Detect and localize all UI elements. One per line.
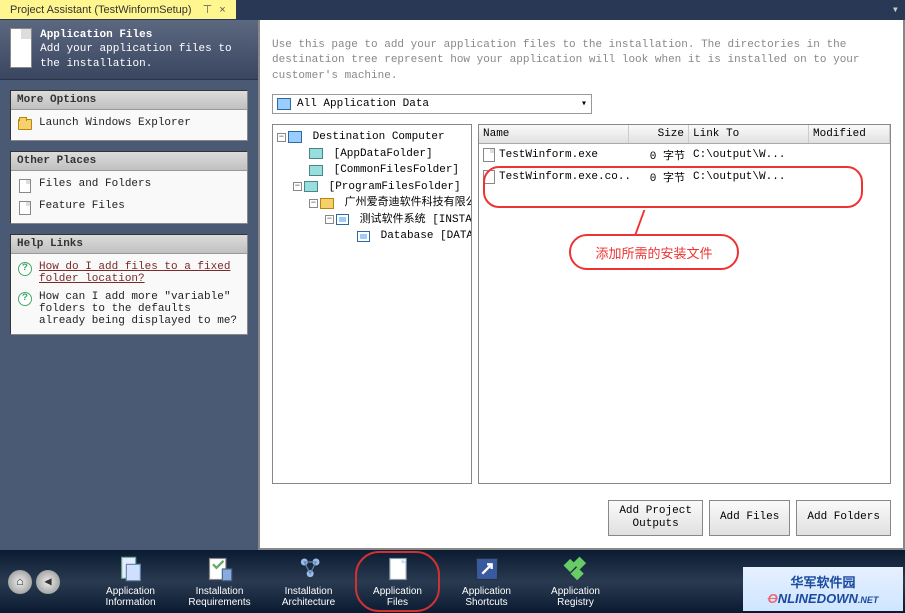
tree-node-root[interactable]: − Destination Computer	[277, 129, 467, 146]
nav-label: Application Files	[373, 586, 422, 608]
col-link[interactable]: Link To	[689, 125, 809, 143]
question-icon: ?	[18, 262, 32, 276]
item-label: Launch Windows Explorer	[39, 117, 191, 129]
folder-icon	[18, 119, 32, 130]
cell-size: 0 字节	[629, 146, 689, 164]
nav-back-button[interactable]: ◀	[36, 570, 60, 594]
help-link-label: How can I add more "variable" folders to…	[39, 291, 241, 327]
tree-label: 测试软件系统 [INSTALLDIR]	[360, 212, 472, 229]
tab-label: Project Assistant (TestWinformSetup)	[10, 4, 192, 16]
tree-node-company[interactable]: − 广州爱奇迪软件科技有限公司	[277, 195, 467, 212]
caret-down-icon: ▾	[581, 98, 587, 110]
help-link-label[interactable]: How do I add files to a fixed folder loc…	[39, 261, 241, 285]
item-label: Files and Folders	[39, 178, 151, 190]
tab-bar: Project Assistant (TestWinformSetup) ⊤ ×…	[0, 0, 905, 20]
panel-more-options: More Options Launch Windows Explorer	[10, 90, 248, 141]
tree-label: [AppDataFolder]	[334, 146, 433, 163]
nav-application-shortcuts[interactable]: Application Shortcuts	[444, 553, 529, 610]
tree-label: [ProgramFilesFolder]	[329, 179, 461, 196]
col-mod[interactable]: Modified	[809, 125, 890, 143]
nav-label: Installation Requirements	[188, 586, 250, 608]
cell-link: C:\output\W...	[689, 170, 809, 184]
tree-node-appdata[interactable]: [AppDataFolder]	[277, 146, 467, 163]
folder-icon	[309, 148, 323, 159]
pin-icon[interactable]: ⊤	[203, 4, 213, 16]
tree-label: [CommonFilesFolder]	[334, 162, 459, 179]
annotation-tail	[635, 210, 646, 234]
panel-title: Help Links	[11, 235, 247, 254]
folder-icon	[320, 198, 334, 209]
component-icon	[357, 231, 370, 242]
item-feature-files[interactable]: Feature Files	[13, 197, 245, 219]
nav-installation-architecture[interactable]: Installation Architecture	[266, 553, 351, 610]
list-row[interactable]: TestWinform.exe.co... 0 字节 C:\output\W..…	[479, 166, 890, 188]
exe-icon	[483, 148, 495, 162]
nav-label: Installation Architecture	[282, 586, 335, 608]
cell-link: C:\output\W...	[689, 148, 809, 162]
nav-label: Application Information	[105, 586, 155, 608]
feature-combo[interactable]: All Application Data ▾	[272, 94, 592, 114]
panel-title: More Options	[11, 91, 247, 110]
nav-label: Application Shortcuts	[462, 586, 511, 608]
nav-application-information[interactable]: Application Information	[88, 553, 173, 610]
watermark: 华军软件园 OONLINEDOWN.NETNLINEDOWN.NET	[743, 567, 903, 611]
sidebar-subtitle: Add your application files to the instal…	[40, 43, 231, 69]
tree-node-database[interactable]: Database [DATABASE]	[277, 228, 467, 245]
list-row[interactable]: TestWinform.exe 0 字节 C:\output\W...	[479, 144, 890, 166]
file-list[interactable]: Name Size Link To Modified TestWinform.e…	[478, 124, 891, 483]
watermark-cn: 华军软件园	[790, 572, 855, 591]
tab-project-assistant[interactable]: Project Assistant (TestWinformSetup) ⊤ ×	[0, 0, 236, 19]
panel-other-places: Other Places Files and Folders Feature F…	[10, 151, 248, 224]
computer-icon	[288, 131, 302, 143]
nav-application-files[interactable]: Application Files	[355, 551, 440, 612]
annotation-callout: 添加所需的安装文件	[569, 234, 739, 270]
wizard-navbar: ⌂ ◀ Application Information Installation…	[0, 550, 905, 613]
component-icon	[336, 214, 349, 225]
col-size[interactable]: Size	[629, 125, 689, 143]
list-header: Name Size Link To Modified	[479, 125, 890, 144]
close-icon[interactable]: ×	[219, 4, 225, 16]
page-icon	[19, 179, 31, 193]
add-folders-button[interactable]: Add Folders	[796, 500, 891, 536]
folder-icon	[309, 165, 323, 176]
page-icon	[10, 28, 32, 68]
tree-node-installdir[interactable]: − 测试软件系统 [INSTALLDIR]	[277, 212, 467, 229]
help-link-fixed-folder[interactable]: ? How do I add files to a fixed folder l…	[13, 258, 245, 288]
window-dropdown-icon[interactable]: ▾	[892, 2, 899, 17]
item-launch-explorer[interactable]: Launch Windows Explorer	[13, 114, 245, 136]
tree-label: 广州爱奇迪软件科技有限公司	[345, 195, 472, 212]
item-files-folders[interactable]: Files and Folders	[13, 175, 245, 197]
col-name[interactable]: Name	[479, 125, 629, 143]
panel-help-links: Help Links ? How do I add files to a fix…	[10, 234, 248, 335]
nav-application-registry[interactable]: Application Registry	[533, 553, 618, 610]
nav-label: Application Registry	[551, 586, 600, 608]
item-label: Feature Files	[39, 200, 125, 212]
tree-label: Destination Computer	[313, 129, 445, 146]
cell-name: TestWinform.exe	[499, 149, 598, 161]
tree-label: Database [DATABASE]	[381, 228, 472, 245]
sidebar-title: Application Files	[40, 29, 152, 41]
question-icon: ?	[18, 292, 32, 306]
nav-home-button[interactable]: ⌂	[8, 570, 32, 594]
config-icon	[483, 170, 495, 184]
sidebar: Application Files Add your application f…	[0, 20, 258, 550]
content-area: Use this page to add your application fi…	[258, 20, 905, 550]
cell-size: 0 字节	[629, 168, 689, 186]
sidebar-header: Application Files Add your application f…	[0, 20, 258, 80]
tree-node-programfiles[interactable]: − [ProgramFilesFolder]	[277, 179, 467, 196]
monitor-icon	[277, 98, 291, 110]
page-icon	[19, 201, 31, 215]
cell-name: TestWinform.exe.co...	[499, 171, 629, 183]
panel-title: Other Places	[11, 152, 247, 171]
tree-node-commonfiles[interactable]: [CommonFilesFolder]	[277, 162, 467, 179]
add-files-button[interactable]: Add Files	[709, 500, 790, 536]
nav-installation-requirements[interactable]: Installation Requirements	[177, 553, 262, 610]
watermark-en: OONLINEDOWN.NETNLINEDOWN.NET	[768, 591, 879, 606]
page-description: Use this page to add your application fi…	[260, 20, 903, 94]
destination-tree[interactable]: − Destination Computer [AppDataFolder] […	[272, 124, 472, 483]
add-project-outputs-button[interactable]: Add Project Outputs	[608, 500, 703, 536]
folder-icon	[304, 181, 318, 192]
combo-label: All Application Data	[297, 98, 429, 110]
help-link-variable-folders[interactable]: ? How can I add more "variable" folders …	[13, 288, 245, 330]
